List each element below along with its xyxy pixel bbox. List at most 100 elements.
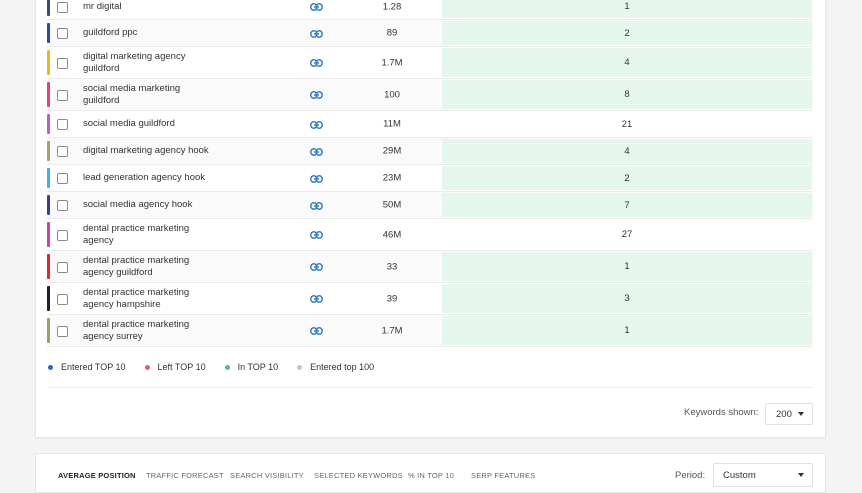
keyword-color-marker: [47, 222, 50, 247]
period-select[interactable]: Custom: [713, 463, 813, 487]
keyword-text: lead generation agency hook: [83, 172, 206, 183]
keyword-text: digital marketing agency guildford: [83, 50, 186, 74]
keyword-text: dental practice marketing agency guildfo…: [83, 254, 190, 278]
link-icon[interactable]: [309, 201, 323, 211]
table-row: guildford ppc 89 2: [47, 20, 813, 47]
position-value: 4: [442, 139, 812, 163]
row-checkbox[interactable]: [57, 293, 68, 305]
search-volume: 11M: [383, 118, 401, 130]
keywords-shown-value: 200: [776, 408, 792, 420]
search-volume: 39: [386, 293, 398, 304]
keyword-text: dental practice marketing agency hampshi…: [83, 286, 190, 310]
keyword-color-marker: [47, 114, 50, 134]
search-volume: 1.7M: [381, 325, 403, 336]
keywords-shown-label: Keywords shown:: [684, 407, 759, 418]
legend-dot: [224, 364, 230, 370]
legend-item: Entered TOP 10: [48, 362, 126, 372]
link-icon[interactable]: [309, 90, 323, 100]
position-value: 7: [442, 193, 812, 217]
table-row: social media marketing guildford 100 8: [47, 79, 813, 111]
legend-item: Entered top 100: [297, 362, 374, 372]
keyword-color-marker: [47, 286, 50, 311]
keyword-color-marker: [47, 168, 50, 188]
link-icon[interactable]: [309, 230, 323, 240]
row-checkbox[interactable]: [57, 89, 68, 101]
legend-label: Left TOP 10: [157, 362, 206, 372]
keyword-color-marker: [47, 195, 50, 215]
keyword-text: guildford ppc: [83, 27, 138, 38]
link-icon[interactable]: [309, 326, 323, 336]
row-checkbox[interactable]: [57, 325, 68, 337]
row-checkbox[interactable]: [57, 57, 68, 69]
position-value: 27: [621, 229, 633, 240]
legend-label: Entered top 100: [310, 362, 375, 372]
search-volume: 100: [384, 89, 400, 100]
keyword-text: social media agency hook: [83, 199, 193, 210]
link-icon[interactable]: [309, 120, 323, 130]
position-value: 1: [442, 316, 812, 345]
link-icon[interactable]: [309, 294, 323, 304]
tab-in-top-10[interactable]: % IN TOP 10: [408, 471, 454, 480]
position-value: 1: [442, 252, 812, 281]
row-checkbox[interactable]: [57, 1, 68, 13]
row-checkbox[interactable]: [57, 261, 68, 273]
tab-selected-keywords[interactable]: SELECTED KEYWORDS: [314, 471, 403, 480]
position-value: 4: [442, 48, 812, 77]
position-value: 2: [442, 166, 812, 190]
search-volume: 1.7M: [381, 57, 403, 68]
keywords-shown-select[interactable]: 200: [765, 403, 813, 425]
tab-serp-features[interactable]: SERP FEATURES: [471, 471, 535, 480]
table-row: social media agency hook 50M 7: [47, 192, 813, 219]
table-row: digital marketing agency guildford 1.7M 4: [47, 47, 813, 79]
chevron-down-icon: [798, 412, 804, 416]
legend-item: In TOP 10: [224, 362, 279, 372]
search-volume: 89: [386, 27, 398, 39]
keyword-text: social media guildford: [83, 118, 175, 129]
row-checkbox[interactable]: [57, 173, 68, 184]
row-checkbox[interactable]: [57, 28, 68, 39]
link-icon[interactable]: [309, 262, 323, 272]
table-row: social media guildford 11M 21: [47, 111, 813, 138]
position-value: 8: [442, 80, 812, 109]
table-row: dental practice marketing agency 46M 27: [47, 219, 813, 251]
table-row: lead generation agency hook 23M 2: [47, 165, 813, 192]
keyword-text: dental practice marketing agency surrey: [83, 318, 190, 342]
position-value: 2: [442, 21, 812, 45]
search-volume: 50M: [382, 199, 402, 211]
chevron-down-icon: [798, 473, 804, 477]
position-value: 3: [442, 284, 812, 313]
tab-search-visibility[interactable]: SEARCH VISIBILITY: [230, 471, 304, 480]
divider: [48, 387, 812, 388]
keyword-text: social media marketing guildford: [83, 82, 181, 106]
row-checkbox[interactable]: [57, 200, 68, 211]
legend-dot: [48, 364, 53, 370]
link-icon[interactable]: [309, 2, 323, 12]
link-icon[interactable]: [309, 174, 323, 184]
keyword-color-marker: [47, 141, 50, 161]
position-value: 1: [442, 0, 812, 18]
legend-label: In TOP 10: [237, 362, 279, 372]
keyword-color-marker: [47, 318, 50, 343]
legend: Entered TOP 10 Left TOP 10 In TOP 10 Entere…: [48, 362, 393, 372]
legend-item: Left TOP 10: [144, 362, 206, 372]
position-value: 21: [621, 118, 633, 130]
tab-traffic-forecast[interactable]: TRAFFIC FORECAST: [146, 471, 224, 480]
keyword-text: mr digital: [83, 0, 122, 12]
link-icon[interactable]: [309, 147, 323, 157]
table-row: dental practice marketing agency surrey 1…: [47, 315, 813, 347]
row-checkbox[interactable]: [57, 119, 68, 130]
link-icon[interactable]: [309, 58, 323, 68]
keyword-color-marker: [47, 254, 50, 279]
tab-average-position[interactable]: AVERAGE POSITION: [58, 471, 136, 480]
keyword-color-marker: [47, 50, 50, 75]
keyword-text: digital marketing agency hook: [83, 145, 209, 156]
search-volume: 1.28: [382, 1, 402, 12]
keyword-color-marker: [47, 0, 50, 16]
link-icon[interactable]: [309, 29, 323, 39]
search-volume: 33: [386, 261, 398, 272]
search-volume: 23M: [382, 172, 402, 184]
keyword-text: dental practice marketing agency: [83, 222, 190, 246]
row-checkbox[interactable]: [57, 229, 68, 241]
search-volume: 29M: [382, 145, 402, 157]
row-checkbox[interactable]: [57, 146, 68, 157]
